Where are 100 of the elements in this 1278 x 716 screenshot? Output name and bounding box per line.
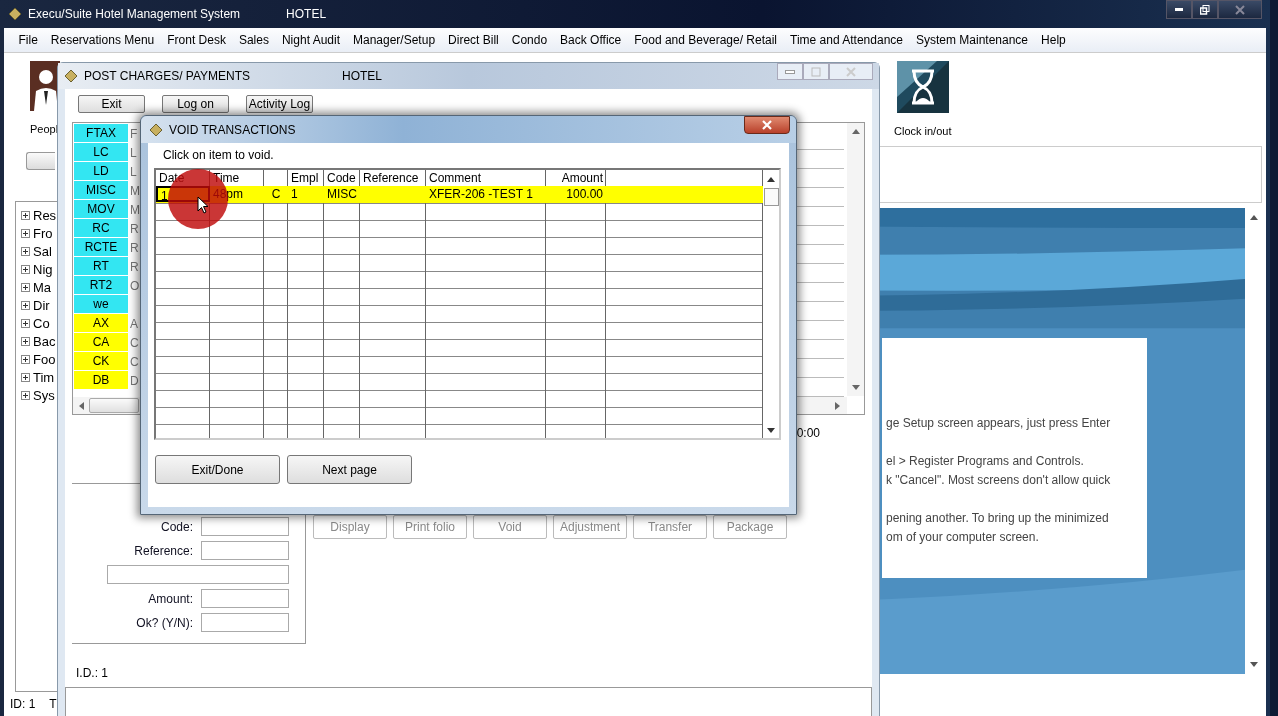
scroll-down-icon[interactable] [1249,662,1258,668]
code-cell[interactable]: RT2 [74,276,128,295]
menu-item[interactable]: Manager/Setup [346,33,442,47]
toolbar-label: Clock in/out [894,125,952,137]
toolbar-button[interactable]: Exit [78,95,145,113]
tree-item[interactable]: Res [33,207,57,223]
tree-item[interactable]: Fro [33,225,53,241]
tree-item[interactable]: Sys [33,388,55,404]
code-cell[interactable]: AX [74,314,128,333]
expand-icon[interactable] [21,391,30,401]
input-field[interactable] [107,565,289,584]
column-header[interactable]: Amount [561,171,603,185]
expand-icon[interactable] [21,210,30,220]
expand-icon[interactable] [21,282,30,292]
tree-item[interactable]: Co [33,316,50,332]
expand-icon[interactable] [21,373,30,383]
code-cell[interactable]: CK [74,352,128,371]
scroll-right-icon[interactable] [835,401,841,410]
description-cell: R [130,221,139,236]
scroll-thumb[interactable] [89,398,139,413]
code-cell[interactable]: FTAX [74,124,128,143]
scroll-up-icon[interactable] [767,176,775,182]
menu-item[interactable]: Back Office [553,33,628,47]
code-cell[interactable]: DB [74,371,128,390]
code-cell[interactable]: LC [74,143,128,162]
column-header[interactable]: Comment [429,171,481,185]
tree-item[interactable]: Tim [33,370,55,386]
scroll-thumb[interactable] [763,188,779,206]
menu-item[interactable]: Reservations Menu [44,33,161,47]
expand-icon[interactable] [21,246,30,256]
expand-icon[interactable] [21,301,30,310]
help-text: pening another. To bring up the minimized [885,510,1110,527]
tree-item[interactable]: Bac [33,334,56,350]
input-field[interactable] [201,517,289,536]
menu-item[interactable]: Time and Attendance [783,33,910,47]
tree-item[interactable]: Sal [33,243,52,259]
scroll-down-icon[interactable] [767,428,775,434]
tree-item[interactable]: Nig [33,261,53,277]
code-cell[interactable]: RT [74,257,128,276]
table-cell-text: C [270,186,282,202]
menu-item[interactable]: Food and Beverage/ Retail [627,33,784,47]
close-button[interactable] [744,116,790,134]
toolbar-button[interactable]: Activity Log [246,95,313,113]
status-text: ID: 1 [10,697,36,711]
minimize-icon [785,69,795,74]
menu-item[interactable]: Condo [505,33,554,47]
panel-button[interactable] [26,152,55,170]
code-cell[interactable]: RCTE [74,238,128,257]
dialog-button[interactable]: Next page [287,455,412,484]
app-icon [8,7,22,21]
help-text: ge Setup screen appears, just press Enter [885,415,1112,432]
help-text: om of your computer screen. [885,529,1040,546]
close-icon [846,66,856,77]
input-field[interactable] [201,613,289,632]
person-icon[interactable] [30,61,60,111]
tree-item[interactable]: Dir [33,298,50,313]
status-text: T [49,697,57,711]
menu-item[interactable]: Front Desk [160,33,233,47]
menu-item[interactable]: Help [1034,33,1073,47]
table-cell-text: XFER-206 -TEST 1 [428,186,534,202]
description-cell: R [130,259,139,274]
menu-item[interactable]: Night Audit [275,33,347,47]
expand-icon[interactable] [21,264,30,274]
menu-item[interactable]: Sales [232,33,276,47]
instruction-text: Click on item to void. [163,148,275,164]
code-cell[interactable]: CA [74,333,128,352]
toolbar-button[interactable]: Log on [162,95,229,113]
expand-icon[interactable] [21,337,30,347]
expand-icon[interactable] [21,228,30,238]
input-field[interactable] [201,541,289,560]
column-header[interactable]: Reference [363,171,419,185]
column-header[interactable]: Empl [291,171,319,185]
hourglass-icon[interactable] [896,61,949,113]
field-label: Ok? (Y/N): [136,615,193,630]
menu-item[interactable]: Direct Bill [441,33,506,47]
code-cell[interactable]: LD [74,162,128,181]
window-title: Execu/Suite Hotel Management System [28,7,241,21]
description-cell: M [130,183,140,198]
code-cell[interactable]: MOV [74,200,128,219]
description-cell: R [130,240,139,255]
code-cell[interactable]: MISC [74,181,128,200]
code-cell[interactable]: we [74,295,128,314]
tree-item[interactable]: Ma [33,279,52,295]
help-text: k "Cancel". Most screens don't allow quick [885,472,1112,489]
dialog-button[interactable]: Exit/Done [155,455,280,484]
menu-item[interactable]: File [12,33,45,47]
expand-icon[interactable] [21,319,30,329]
input-field[interactable] [201,589,289,608]
notes-field[interactable] [65,687,872,716]
app-icon [64,69,78,83]
expand-icon[interactable] [21,355,30,365]
tree-item[interactable]: Foo [33,352,56,368]
code-cell[interactable]: RC [74,219,128,238]
column-header[interactable]: Code [327,171,356,185]
dialog-title: VOID TRANSACTIONS [169,122,296,137]
minimize-button[interactable] [1166,0,1192,19]
maximize-button[interactable] [1192,0,1218,19]
scroll-left-icon[interactable] [78,401,84,410]
scroll-up-icon[interactable] [1249,214,1258,220]
menu-item[interactable]: System Maintenance [909,33,1035,47]
